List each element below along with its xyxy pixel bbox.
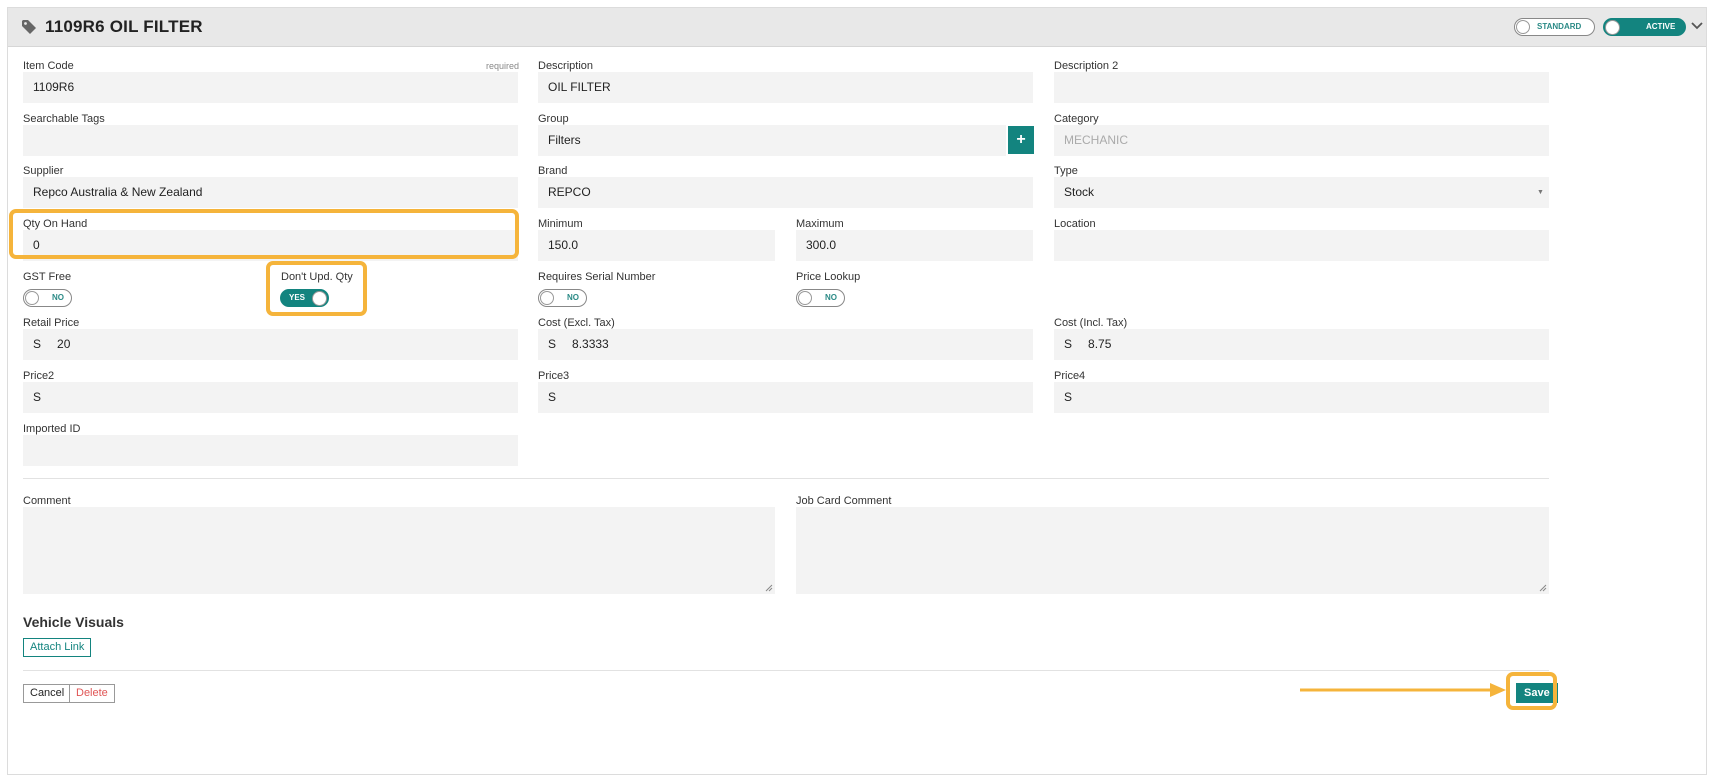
resize-grip-icon — [765, 584, 773, 592]
brand-label: Brand — [538, 165, 568, 177]
price-lookup-label: Price Lookup — [796, 271, 861, 283]
cancel-button[interactable]: Cancel — [23, 684, 72, 703]
gst-free-label: GST Free — [23, 271, 72, 283]
item-form-card: 1109R6 OIL FILTER STANDARD ACTIVE Item C… — [7, 7, 1707, 775]
currency-prefix: S — [33, 390, 42, 404]
price4-label: Price4 — [1054, 370, 1086, 382]
chevron-down-icon[interactable] — [1691, 20, 1703, 32]
add-group-button[interactable]: + — [1008, 126, 1034, 154]
resize-grip-icon — [1539, 584, 1547, 592]
arrow-right-icon — [1300, 683, 1506, 697]
page-title: 1109R6 OIL FILTER — [45, 17, 203, 36]
location-label: Location — [1054, 218, 1096, 230]
form-header: 1109R6 OIL FILTER STANDARD ACTIVE — [8, 8, 1706, 47]
standard-toggle[interactable]: STANDARD — [1514, 18, 1595, 36]
delete-button[interactable]: Delete — [69, 684, 115, 703]
location-input[interactable] — [1054, 230, 1549, 261]
toggle-knob — [540, 291, 554, 305]
toggle-knob — [1605, 20, 1620, 35]
searchable-tags-label: Searchable Tags — [23, 113, 105, 125]
toggle-knob — [798, 291, 812, 305]
description2-label: Description 2 — [1054, 60, 1119, 72]
price-lookup-toggle[interactable]: NO — [796, 289, 845, 307]
gst-free-toggle[interactable]: NO — [23, 289, 72, 307]
price3-input[interactable]: S — [538, 382, 1033, 413]
price3-label: Price3 — [538, 370, 570, 382]
qty-on-hand-highlight — [9, 209, 519, 259]
cost-excl-label: Cost (Excl. Tax) — [538, 317, 615, 329]
minimum-label: Minimum — [538, 218, 583, 230]
dont-upd-qty-highlight — [266, 261, 367, 316]
comment-textarea[interactable] — [23, 507, 775, 594]
cost-incl-value: 8.75 — [1088, 337, 1112, 351]
active-toggle[interactable]: ACTIVE — [1603, 18, 1686, 36]
retail-price-label: Retail Price — [23, 317, 80, 329]
maximum-label: Maximum — [796, 218, 844, 230]
description2-input[interactable] — [1054, 72, 1549, 103]
imported-id-input[interactable] — [23, 435, 518, 466]
active-toggle-label: ACTIVE — [1646, 22, 1676, 31]
cost-excl-value: 8.3333 — [572, 337, 609, 351]
category-input: MECHANIC — [1054, 125, 1549, 156]
section-divider — [23, 478, 1549, 479]
toggle-knob — [1516, 20, 1530, 34]
currency-prefix: S — [548, 390, 557, 404]
save-button-highlight — [1506, 672, 1557, 710]
item-code-input[interactable]: 1109R6 — [23, 72, 518, 103]
requires-serial-label: Requires Serial Number — [538, 271, 656, 283]
requires-serial-toggle[interactable]: NO — [538, 289, 587, 307]
toggle-knob — [25, 291, 39, 305]
price2-input[interactable]: S — [23, 382, 518, 413]
supplier-select[interactable]: Repco Australia & New Zealand — [23, 177, 518, 208]
supplier-label: Supplier — [23, 165, 64, 177]
retail-price-input[interactable]: S 20 — [23, 329, 518, 360]
job-card-comment-label: Job Card Comment — [796, 495, 892, 507]
tag-icon — [22, 20, 36, 34]
currency-prefix: S — [1064, 390, 1073, 404]
category-label: Category — [1054, 113, 1099, 125]
toggle-state: NO — [825, 293, 837, 302]
standard-toggle-label: STANDARD — [1537, 22, 1582, 31]
attach-link-button[interactable]: Attach Link — [23, 638, 92, 657]
vehicle-visuals-title: Vehicle Visuals — [23, 614, 124, 630]
cost-incl-label: Cost (Incl. Tax) — [1054, 317, 1128, 329]
maximum-input[interactable]: 300.0 — [796, 230, 1033, 261]
brand-input[interactable]: REPCO — [538, 177, 1033, 208]
description-input[interactable]: OIL FILTER — [538, 72, 1033, 103]
group-select[interactable]: Filters — [538, 125, 1006, 156]
item-code-label: Item Code — [23, 60, 74, 72]
toggle-state: NO — [567, 293, 579, 302]
currency-prefix: S — [33, 337, 42, 351]
searchable-tags-input[interactable] — [23, 125, 518, 156]
toggle-state: NO — [52, 293, 64, 302]
required-hint: required — [486, 61, 520, 71]
cost-excl-input[interactable]: S 8.3333 — [538, 329, 1033, 360]
minimum-input[interactable]: 150.0 — [538, 230, 775, 261]
currency-prefix: S — [1064, 337, 1073, 351]
comment-label: Comment — [23, 495, 71, 507]
price2-label: Price2 — [23, 370, 55, 382]
cost-incl-input[interactable]: S 8.75 — [1054, 329, 1549, 360]
chevron-down-icon: ▼ — [1537, 189, 1544, 196]
retail-price-value: 20 — [57, 337, 71, 351]
type-select[interactable]: Stock — [1054, 177, 1549, 208]
type-label: Type — [1054, 165, 1078, 177]
imported-id-label: Imported ID — [23, 423, 81, 435]
currency-prefix: S — [548, 337, 557, 351]
group-label: Group — [538, 113, 569, 125]
job-card-comment-textarea[interactable] — [796, 507, 1549, 594]
description-label: Description — [538, 60, 594, 72]
price4-input[interactable]: S — [1054, 382, 1549, 413]
footer-divider — [23, 670, 1549, 671]
